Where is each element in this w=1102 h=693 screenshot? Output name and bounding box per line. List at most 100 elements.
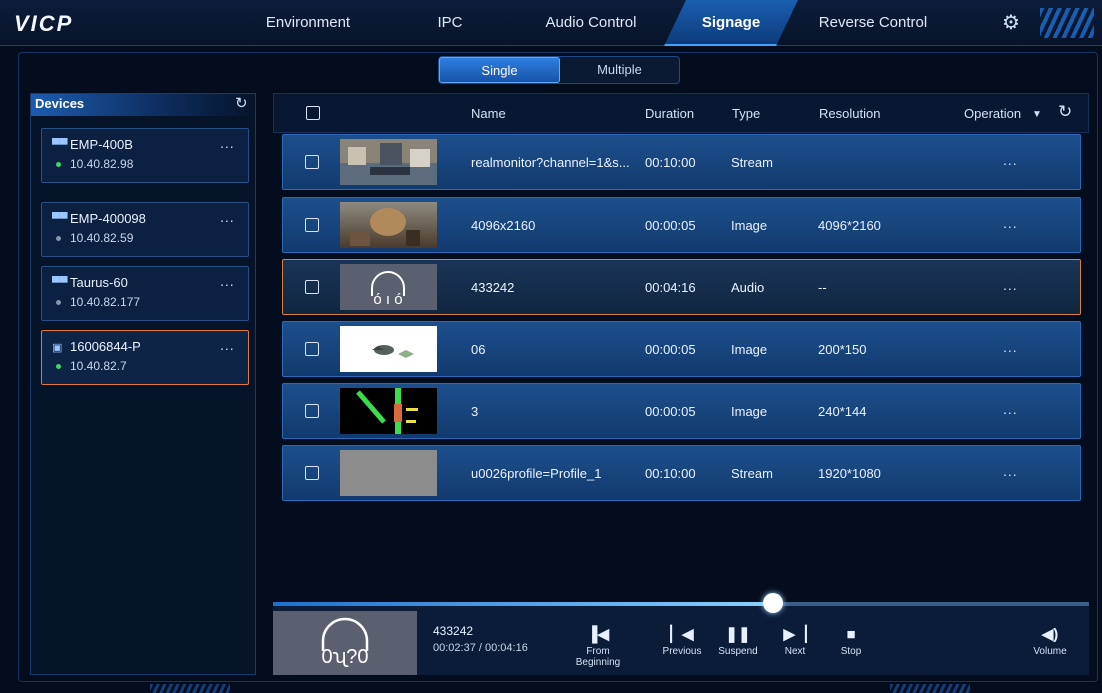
media-name: 3 — [471, 404, 479, 419]
media-row[interactable]: u0026profile=Profile_1 00:10:00 Stream 1… — [282, 445, 1081, 501]
tab-signage[interactable]: Signage — [664, 0, 798, 46]
image-thumbnail-image — [340, 326, 437, 372]
media-player-bar: 0ʯ?0 433242 00:02:37 / 00:04:16 ▐◀ From … — [273, 602, 1089, 675]
media-name: 433242 — [471, 280, 515, 295]
from-beginning-button[interactable]: ▐◀ From Beginning — [573, 624, 623, 668]
status-dot — [56, 236, 61, 241]
media-resolution: 1920*1080 — [818, 466, 881, 481]
headphones-icon: 0ʯ?0 — [321, 617, 369, 668]
status-dot — [56, 364, 61, 369]
refresh-media-icon[interactable]: ↻ — [1058, 102, 1072, 122]
tab-reverse-control[interactable]: Reverse Control — [800, 0, 946, 46]
image-thumbnail — [340, 202, 437, 248]
gear-icon[interactable]: ⚙ — [1000, 12, 1022, 34]
volume-button[interactable]: ◀) Volume — [1025, 624, 1075, 657]
playback-time: 00:02:37 / 00:04:16 — [433, 642, 528, 654]
media-duration: 00:10:00 — [645, 155, 696, 170]
next-button[interactable]: ▶▕ Next — [775, 624, 815, 657]
stream-thumbnail-image — [340, 139, 437, 185]
device-name: EMP-400098 — [70, 211, 146, 226]
media-type: Image — [731, 404, 768, 419]
row-more-icon[interactable]: ... — [1003, 215, 1018, 231]
now-playing-title: 433242 — [433, 624, 474, 638]
monitor-icon: ▣ — [52, 342, 63, 354]
row-more-icon[interactable]: ... — [1003, 152, 1018, 168]
column-operation[interactable]: Operation — [964, 106, 1021, 121]
row-checkbox[interactable] — [305, 404, 319, 418]
tab-audio-control[interactable]: Audio Control — [526, 0, 656, 46]
bottom-decoration — [150, 684, 230, 693]
media-type: Image — [731, 342, 768, 357]
row-more-icon[interactable]: ... — [1003, 463, 1018, 479]
device-more-icon[interactable]: ... — [220, 135, 235, 151]
device-more-icon[interactable]: ... — [220, 273, 235, 289]
suspend-label: Suspend — [718, 646, 758, 657]
device-ip: 10.40.82.7 — [70, 359, 127, 373]
devices-panel: Devices ↻ ▀▀ EMP-400B ... 10.40.82.98 ▀▀… — [30, 93, 256, 675]
select-all-checkbox[interactable] — [306, 106, 320, 120]
image-thumbnail-image — [340, 388, 437, 434]
tab-ipc[interactable]: IPC — [410, 0, 490, 46]
media-duration: 00:00:05 — [645, 342, 696, 357]
row-checkbox[interactable] — [305, 280, 319, 294]
suspend-button[interactable]: ❚❚ Suspend — [715, 624, 761, 657]
row-more-icon[interactable]: ... — [1003, 277, 1018, 293]
media-table-header: Name Duration Type Resolution Operation … — [273, 93, 1089, 133]
device-card[interactable]: ▀▀ EMP-400098 ... 10.40.82.59 — [41, 202, 249, 257]
media-row[interactable]: ó ı ó 433242 00:04:16 Audio -- ... — [282, 259, 1081, 315]
device-card[interactable]: ▣ 16006844-P ... 10.40.82.7 — [41, 330, 249, 385]
media-name: 4096x2160 — [471, 218, 536, 233]
refresh-devices-icon[interactable]: ↻ — [235, 94, 248, 112]
progress-fill — [273, 602, 774, 606]
column-duration: Duration — [645, 106, 695, 121]
media-duration: 00:10:00 — [645, 466, 696, 481]
stop-button[interactable]: ■ Stop — [831, 624, 871, 657]
status-dot — [56, 300, 61, 305]
media-name: realmonitor?channel=1&s... — [471, 155, 630, 170]
device-ip: 10.40.82.177 — [70, 295, 141, 309]
progress-track[interactable] — [273, 593, 1089, 613]
column-resolution: Resolution — [819, 106, 881, 121]
row-checkbox[interactable] — [305, 218, 319, 232]
single-mode-button[interactable]: Single — [439, 57, 560, 83]
devices-header: Devices ↻ — [31, 94, 255, 116]
row-checkbox[interactable] — [305, 342, 319, 356]
image-thumbnail-image — [340, 202, 437, 248]
media-row[interactable]: 4096x2160 00:00:05 Image 4096*2160 ... — [282, 197, 1081, 253]
device-more-icon[interactable]: ... — [220, 337, 235, 353]
tab-environment[interactable]: Environment — [248, 0, 368, 46]
row-checkbox[interactable] — [305, 155, 319, 169]
media-row[interactable]: realmonitor?channel=1&s... 00:10:00 Stre… — [282, 134, 1081, 190]
media-row[interactable]: 06 00:00:05 Image 200*150 ... — [282, 321, 1081, 377]
bottom-decoration — [890, 684, 970, 693]
app-logo: VICP — [14, 11, 74, 36]
row-more-icon[interactable]: ... — [1003, 401, 1018, 417]
device-ip: 10.40.82.98 — [70, 157, 134, 171]
media-row[interactable]: 3 00:00:05 Image 240*144 ... — [282, 383, 1081, 439]
device-ip: 10.40.82.59 — [70, 231, 134, 245]
device-card[interactable]: ▀▀ Taurus-60 ... 10.40.82.177 — [41, 266, 249, 321]
top-nav-bar: VICP Environment IPC Audio Control Signa… — [0, 0, 1102, 46]
now-playing-thumbnail: 0ʯ?0 — [273, 611, 417, 675]
stream-thumbnail — [340, 450, 437, 496]
monitor-icon: ▀▀ — [52, 139, 68, 151]
media-type: Image — [731, 218, 768, 233]
chevron-down-icon[interactable]: ▼ — [1032, 109, 1042, 120]
device-card[interactable]: ▀▀ EMP-400B ... 10.40.82.98 — [41, 128, 249, 183]
media-duration: 00:00:05 — [645, 218, 696, 233]
media-resolution: 200*150 — [818, 342, 867, 357]
previous-icon: ▏◀ — [670, 626, 694, 643]
media-type: Stream — [731, 466, 773, 481]
media-resolution: 4096*2160 — [818, 218, 881, 233]
multiple-mode-button[interactable]: Multiple — [560, 57, 679, 83]
row-more-icon[interactable]: ... — [1003, 339, 1018, 355]
volume-label: Volume — [1033, 646, 1067, 657]
device-more-icon[interactable]: ... — [220, 209, 235, 225]
signage-app: VICP Environment IPC Audio Control Signa… — [0, 0, 1102, 693]
stop-label: Stop — [840, 646, 862, 657]
image-thumbnail — [340, 326, 437, 372]
row-checkbox[interactable] — [305, 466, 319, 480]
image-thumbnail — [340, 388, 437, 434]
previous-button[interactable]: ▏◀ Previous — [659, 624, 705, 657]
column-name: Name — [471, 106, 506, 121]
